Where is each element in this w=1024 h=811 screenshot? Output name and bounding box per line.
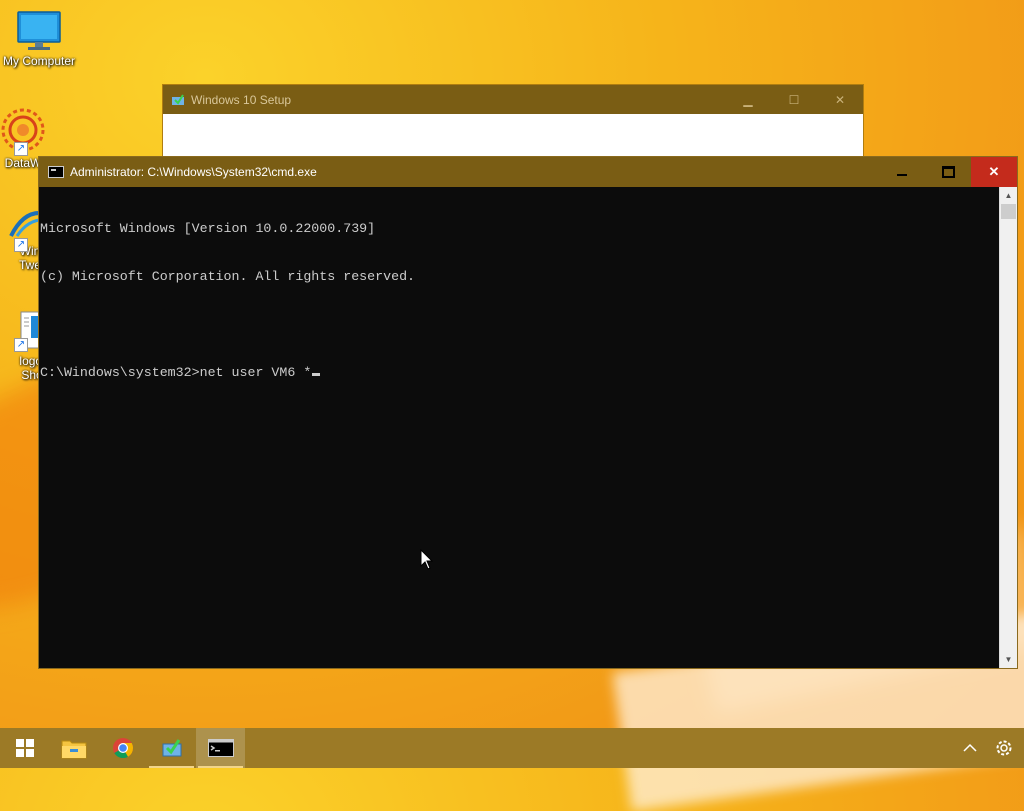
close-button[interactable]: ✕ <box>817 93 863 107</box>
shortcut-arrow-icon: ↗ <box>14 338 28 352</box>
console-output[interactable]: Microsoft Windows [Version 10.0.22000.73… <box>39 187 1000 668</box>
windows-logo-icon <box>15 739 34 757</box>
mouse-pointer-icon <box>420 549 434 570</box>
gear-icon <box>996 740 1012 756</box>
shortcut-arrow-icon: ↗ <box>14 142 28 156</box>
minimize-button[interactable]: ▁ <box>725 93 771 107</box>
taskbar-windows-10-setup[interactable] <box>147 728 196 768</box>
monitor-icon <box>17 11 61 50</box>
console-prompt-line: C:\Windows\system32>net user VM6 * <box>40 365 999 381</box>
taskbar <box>0 728 1024 768</box>
start-button[interactable] <box>0 728 49 768</box>
scroll-down-arrow-icon[interactable]: ▼ <box>1000 651 1017 668</box>
folder-icon <box>61 740 86 759</box>
desktop-icon-my-computer[interactable]: My Computer <box>0 10 78 68</box>
cmd-window-title: Administrator: C:\Windows\System32\cmd.e… <box>70 165 317 179</box>
setup-window-title: Windows 10 Setup <box>191 92 292 107</box>
chevron-up-icon <box>963 743 977 752</box>
text-cursor <box>312 373 321 376</box>
maximize-button[interactable] <box>925 157 971 187</box>
taskbar-command-prompt[interactable] <box>196 728 245 768</box>
scroll-up-arrow-icon[interactable]: ▲ <box>1000 187 1017 204</box>
maximize-button[interactable]: ☐ <box>771 93 817 107</box>
console-line: (c) Microsoft Corporation. All rights re… <box>40 269 416 284</box>
console-command: C:\Windows\system32>net user VM6 * <box>40 365 312 380</box>
taskbar-file-explorer[interactable] <box>49 728 98 768</box>
cmd-window[interactable]: Administrator: C:\Windows\System32\cmd.e… <box>38 156 1018 669</box>
maximize-icon <box>941 166 955 178</box>
cmd-icon <box>48 166 64 178</box>
settings-button[interactable] <box>984 728 1024 768</box>
setup-icon <box>162 739 181 757</box>
cmd-window-titlebar[interactable]: Administrator: C:\Windows\System32\cmd.e… <box>39 157 1017 187</box>
vertical-scrollbar[interactable]: ▲ ▼ <box>999 187 1017 668</box>
setup-window-titlebar[interactable]: Windows 10 Setup ▁ ☐ ✕ <box>163 85 863 114</box>
minimize-button[interactable] <box>879 157 925 187</box>
taskbar-chrome[interactable] <box>98 728 147 768</box>
console-line: Microsoft Windows [Version 10.0.22000.73… <box>40 221 376 236</box>
close-button[interactable]: ✕ <box>971 157 1017 187</box>
chrome-icon <box>112 738 133 759</box>
setup-window[interactable]: Windows 10 Setup ▁ ☐ ✕ <box>162 84 864 166</box>
desktop-icon-label: My Computer <box>2 54 76 68</box>
scrollbar-thumb[interactable] <box>1001 204 1016 219</box>
minimize-icon <box>897 174 907 176</box>
shortcut-arrow-icon: ↗ <box>14 238 28 252</box>
setup-icon <box>172 93 184 105</box>
system-tray <box>956 728 1024 768</box>
show-hidden-icons-button[interactable] <box>956 728 984 768</box>
cmd-icon <box>207 739 234 757</box>
